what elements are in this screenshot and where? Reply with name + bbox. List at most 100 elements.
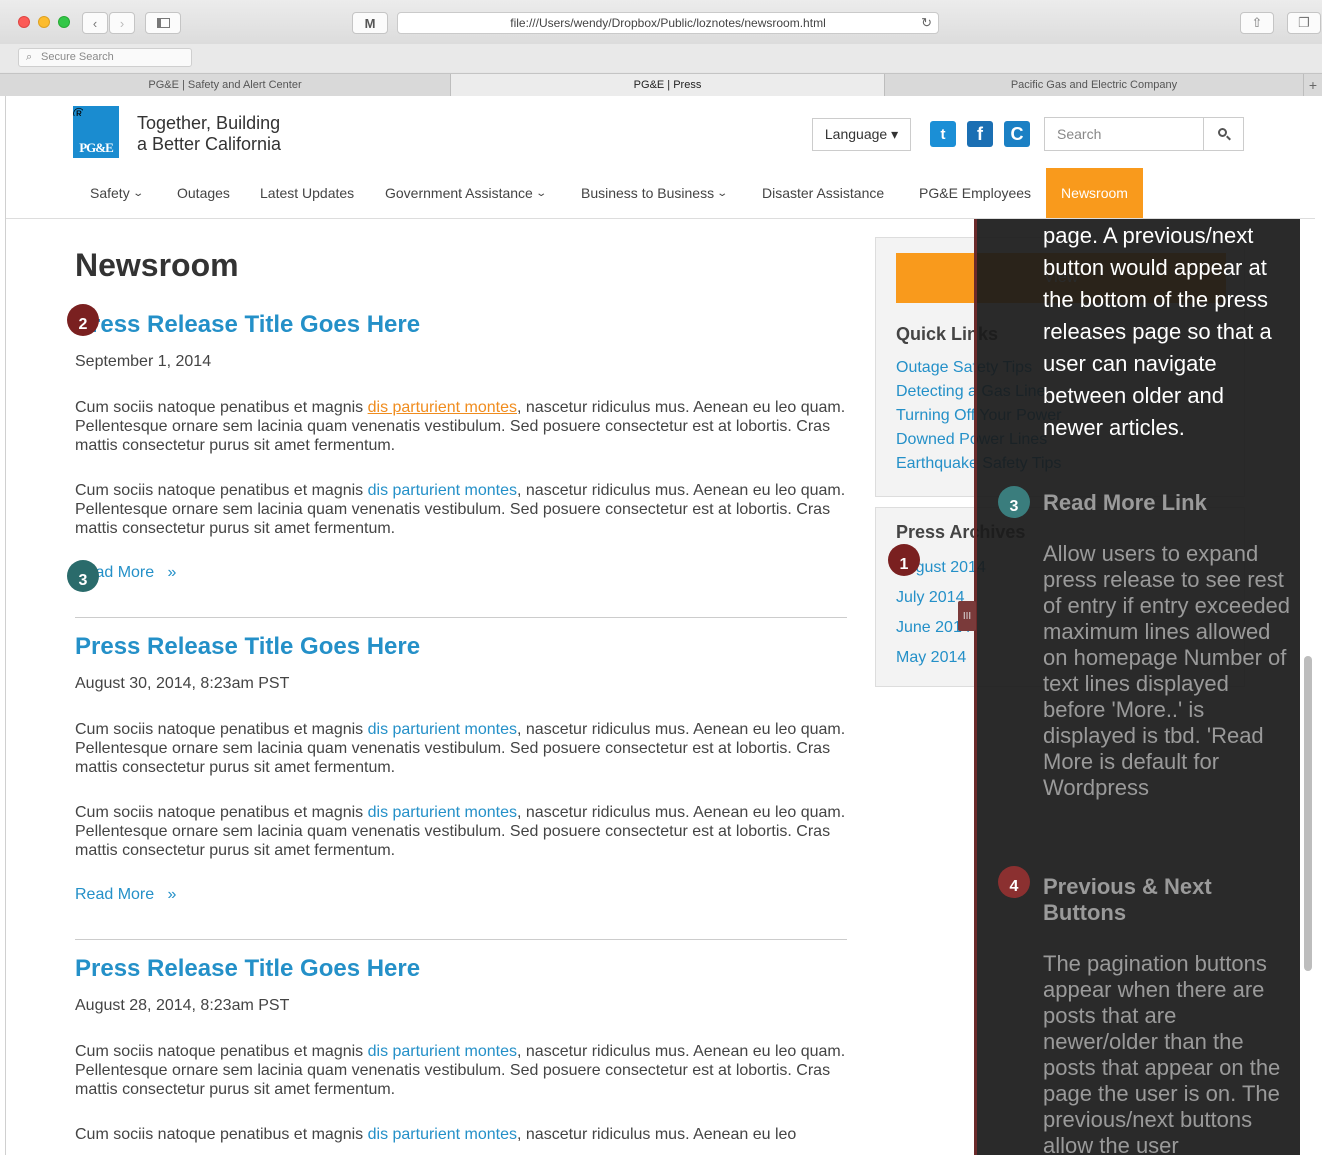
chevron-left-icon: ‹ — [92, 15, 98, 31]
archive-link[interactable]: May 2014 — [896, 649, 966, 667]
nav-label: PG&E Employees — [919, 185, 1032, 201]
chevron-down-icon: ⌄ — [535, 187, 547, 199]
press-release-paragraph: Cum sociis natoque penatibus et magnis d… — [75, 803, 847, 860]
annotation-line: user can navigate — [1043, 351, 1217, 376]
page-title: Newsroom — [75, 247, 239, 283]
archive-link[interactable]: July 2014 — [896, 589, 965, 607]
inline-link[interactable]: dis parturient montes — [368, 1126, 517, 1143]
nav-label: Business to Business — [581, 185, 715, 201]
paragraph-text: Cum sociis natoque penatibus et magnis — [75, 804, 368, 821]
twitter-icon[interactable]: t — [930, 121, 956, 147]
annotation-marker-4[interactable]: 4 — [998, 866, 1030, 898]
paragraph-text: Cum sociis natoque penatibus et magnis — [75, 1126, 368, 1143]
share-button[interactable]: ⇧ — [1240, 12, 1274, 34]
inline-link[interactable]: dis parturient montes — [368, 399, 517, 416]
paragraph-text: , nascetur ridiculus mus. Aenean eu leo — [517, 1126, 797, 1143]
new-tab-button[interactable]: + — [1304, 74, 1322, 96]
press-release-paragraph: Cum sociis natoque penatibus et magnis d… — [75, 481, 847, 538]
annotation-line: releases page so that a — [1043, 319, 1272, 344]
nav-label: Outages — [177, 185, 230, 201]
nav-latest-updates[interactable]: Latest Updates — [260, 168, 354, 218]
nav-newsroom[interactable]: Newsroom — [1046, 168, 1143, 218]
nav-government-assistance[interactable]: Government Assistance ⌄ — [385, 168, 547, 218]
annotation-read-more-body: Allow users to expand press release to s… — [1043, 541, 1291, 800]
close-window-button[interactable] — [18, 16, 30, 28]
inline-link[interactable]: dis parturient montes — [368, 804, 517, 821]
inline-link[interactable]: dis parturient montes — [368, 482, 517, 499]
annotation-marker-2[interactable]: 2 — [67, 304, 99, 336]
tab-label: Pacific Gas and Electric Company — [1010, 79, 1178, 91]
press-release-date: August 28, 2014, 8:23am PST — [75, 997, 290, 1014]
nav-safety[interactable]: Safety ⌄ — [90, 168, 144, 218]
language-dropdown[interactable]: Language ▾ — [812, 118, 911, 151]
read-more-link[interactable]: Read More » — [75, 886, 176, 904]
press-release-paragraph: Cum sociis natoque penatibus et magnis d… — [75, 720, 847, 777]
forward-button[interactable]: › — [109, 12, 135, 34]
annotation-marker-3-panel[interactable]: 3 — [998, 486, 1030, 518]
nav-label: Newsroom — [1061, 185, 1128, 201]
annotation-panel-handle[interactable]: III — [958, 601, 976, 631]
sidebar-toggle-button[interactable] — [145, 12, 181, 34]
zoom-window-button[interactable] — [58, 16, 70, 28]
readability-button[interactable]: M — [352, 12, 388, 34]
site-tagline: Together, Building a Better California — [137, 113, 281, 155]
minimize-window-button[interactable] — [38, 16, 50, 28]
site-search-input[interactable]: Search — [1044, 117, 1204, 151]
facebook-icon[interactable]: f — [967, 121, 993, 147]
press-release-title[interactable]: Press Release Title Goes Here — [75, 633, 420, 661]
press-release-title[interactable]: Press Release Title Goes Here — [75, 955, 420, 983]
logo-text: PG&E — [79, 140, 114, 155]
annotation-marker-3[interactable]: 3 — [67, 560, 99, 592]
press-release-title[interactable]: Press Release Title Goes Here — [75, 311, 420, 339]
paragraph-text: Cum sociis natoque penatibus et magnis — [75, 482, 368, 499]
tab-label: PG&E | Safety and Alert Center — [148, 79, 302, 91]
nav-disaster-assistance[interactable]: Disaster Assistance — [762, 168, 884, 218]
press-release-paragraph: Cum sociis natoque penatibus et magnis d… — [75, 1042, 847, 1099]
press-release-date: August 30, 2014, 8:23am PST — [75, 675, 290, 692]
nav-outages[interactable]: Outages — [177, 168, 230, 218]
annotation-line: between older and — [1043, 383, 1225, 408]
logo-registered-mark: ® — [73, 106, 83, 116]
sidebar-icon — [156, 18, 170, 28]
back-button[interactable]: ‹ — [82, 12, 108, 34]
secure-search-field[interactable]: ⌕ Secure Search — [18, 48, 192, 67]
reload-icon[interactable]: ↻ — [921, 13, 932, 33]
annotation-line: button would appear at — [1043, 255, 1267, 280]
annotation-line: newer articles. — [1043, 415, 1185, 440]
paragraph-text: Cum sociis natoque penatibus et magnis — [75, 1043, 368, 1060]
search-icon: ⌕ — [26, 51, 33, 63]
annotation-marker-1[interactable]: 1 — [888, 544, 920, 576]
annotation-prev-next-heading: Previous & Next Buttons — [1043, 874, 1212, 925]
tagline-line-1: Together, Building — [137, 113, 281, 133]
article-divider — [75, 939, 847, 940]
url-text: file:///Users/wendy/Dropbox/Public/lozno… — [510, 16, 826, 30]
main-nav: Safety ⌄ Outages Latest Updates Governmen… — [6, 168, 1315, 218]
chevron-down-icon: ⌄ — [132, 187, 144, 199]
nav-label: Safety — [90, 185, 130, 201]
tab-safety[interactable]: PG&E | Safety and Alert Center — [0, 74, 451, 96]
tab-label: PG&E | Press — [633, 79, 702, 91]
web-page: PG&E ® Together, Building a Better Calif… — [5, 96, 1315, 1155]
inline-link[interactable]: dis parturient montes — [368, 1043, 517, 1060]
browser-toolbar: ‹ › M file:///Users/wendy/Dropbox/Public… — [0, 0, 1322, 44]
site-search-button[interactable] — [1203, 117, 1244, 151]
tab-press[interactable]: PG&E | Press — [451, 74, 885, 96]
chevron-down-icon: ⌄ — [716, 187, 729, 199]
currents-icon[interactable]: C — [1004, 121, 1030, 147]
inline-link[interactable]: dis parturient montes — [368, 721, 517, 738]
paragraph-text: Cum sociis natoque penatibus et magnis — [75, 721, 368, 738]
paragraph-text: Cum sociis natoque penatibus et magnis — [75, 399, 368, 416]
site-header: PG&E ® Together, Building a Better Calif… — [6, 96, 1315, 219]
annotation-line: the bottom of the press — [1043, 287, 1269, 312]
nav-label: Latest Updates — [260, 185, 355, 201]
tab-overview-button[interactable]: ❐ — [1287, 12, 1321, 34]
nav-business-to-business[interactable]: Business to Business ⌄ — [581, 168, 729, 218]
address-bar[interactable]: file:///Users/wendy/Dropbox/Public/lozno… — [397, 12, 939, 34]
annotation-scrollbar[interactable] — [1304, 656, 1312, 971]
plus-icon: + — [1308, 77, 1318, 93]
search-icon — [1217, 128, 1231, 141]
secure-search-placeholder: Secure Search — [41, 51, 114, 63]
tab-pge[interactable]: Pacific Gas and Electric Company — [885, 74, 1304, 96]
share-icon: ⇧ — [1251, 15, 1263, 30]
nav-pge-employees[interactable]: PG&E Employees — [919, 168, 1031, 218]
